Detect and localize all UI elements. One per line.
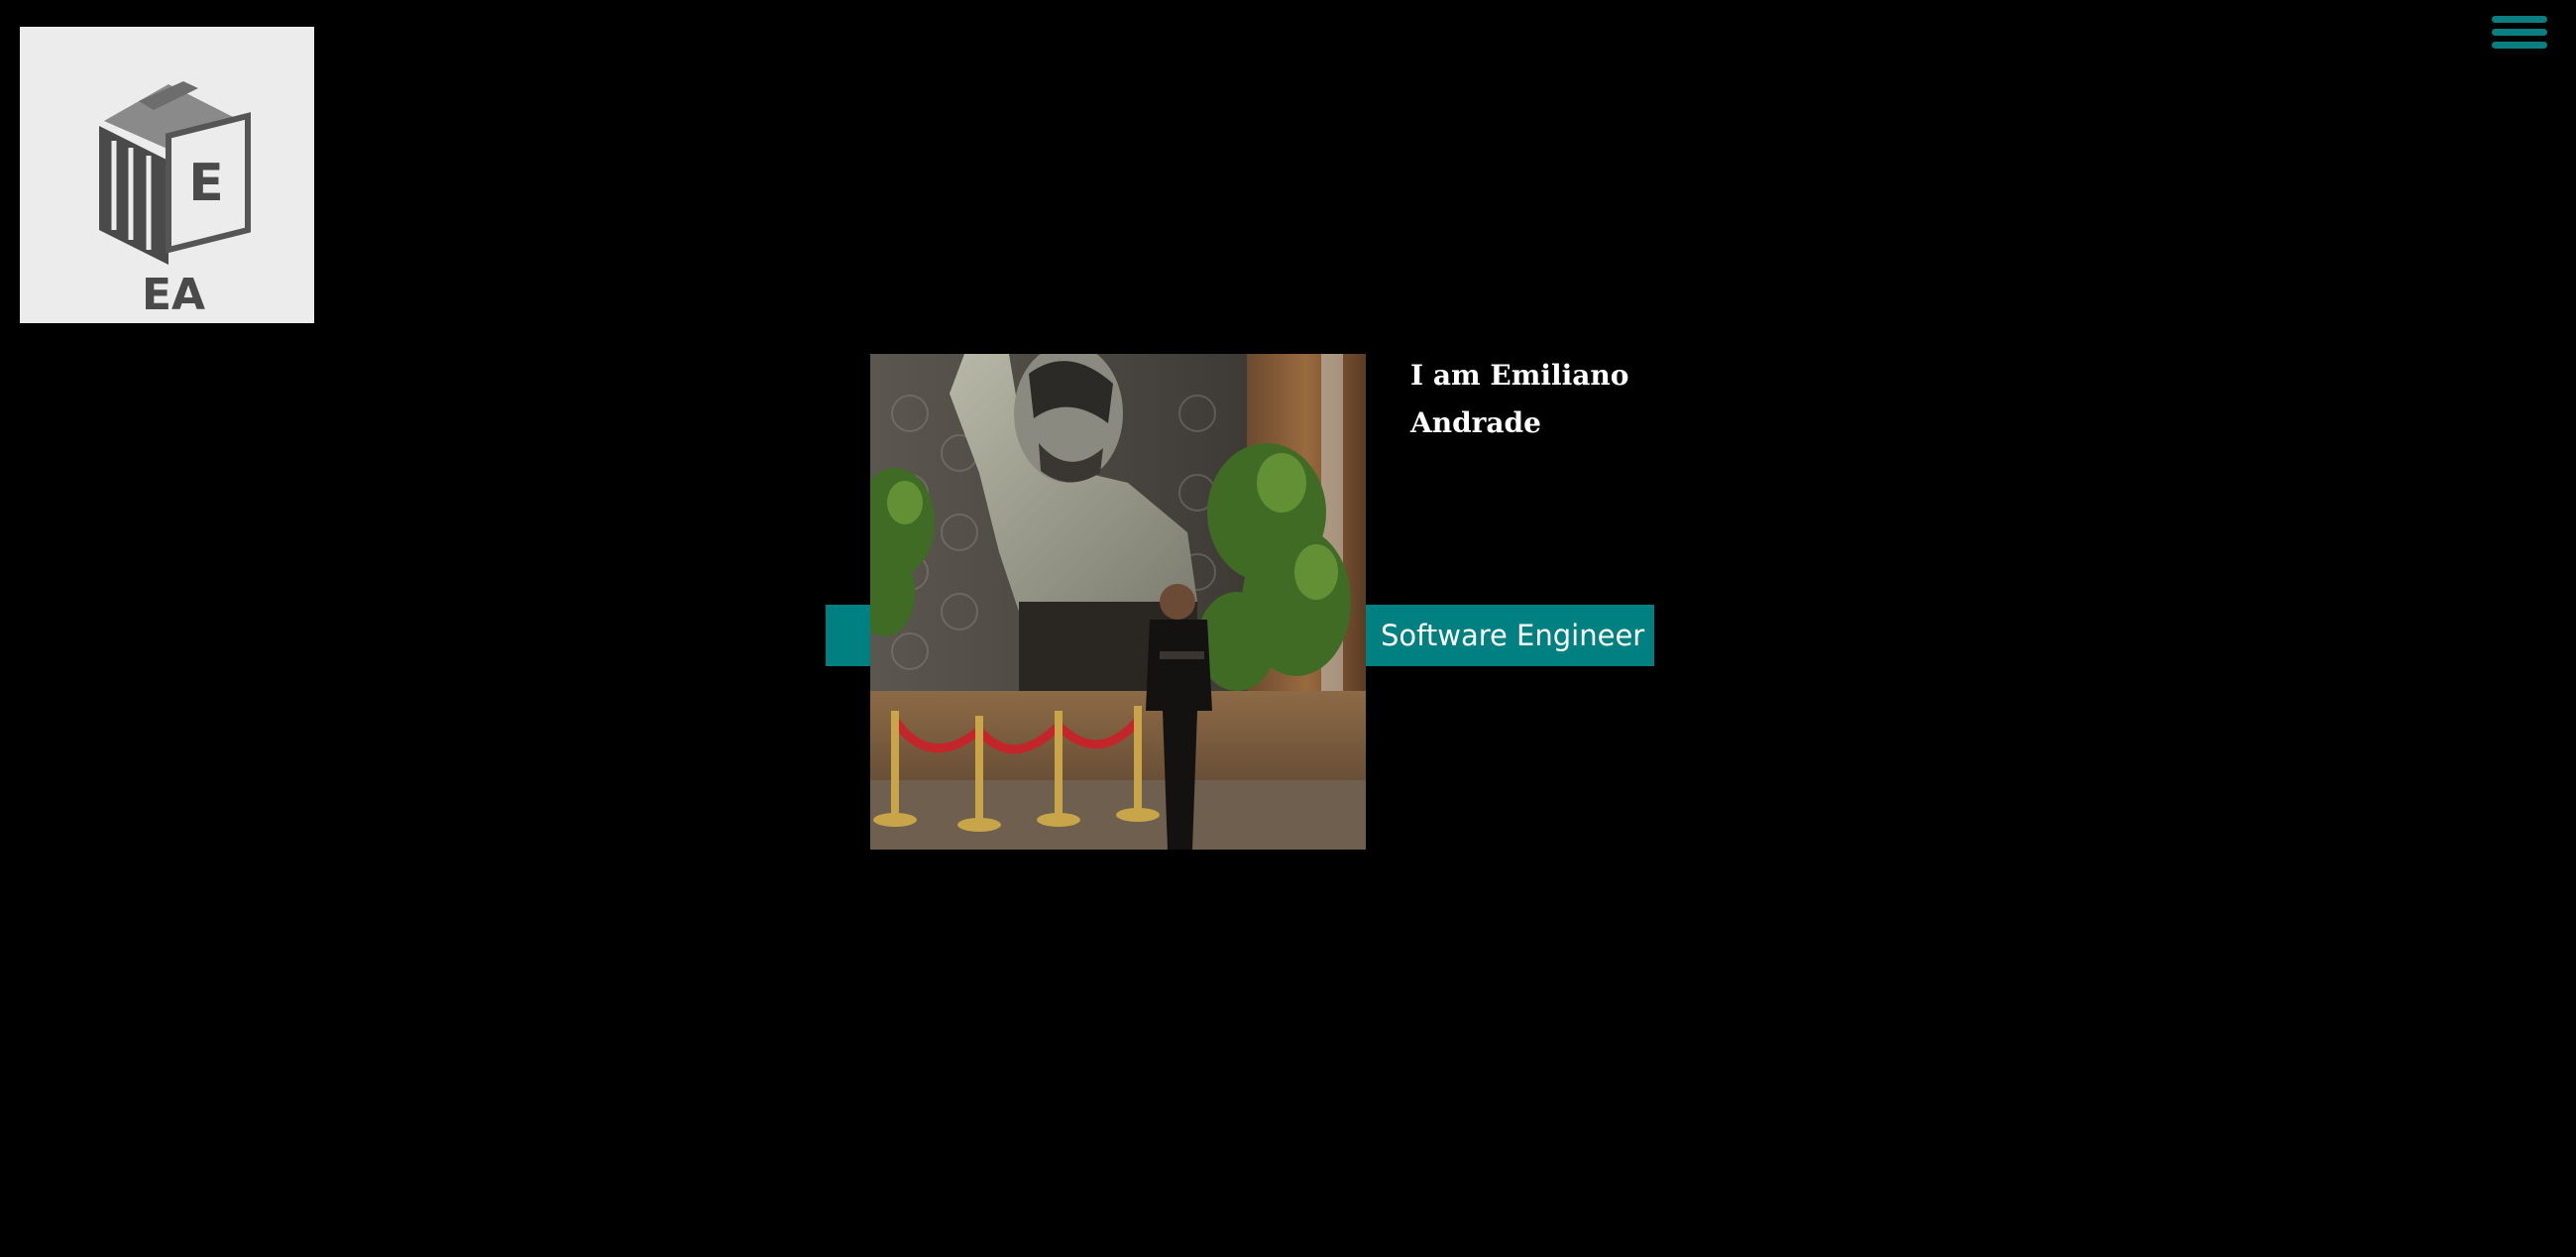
menu-bar-bottom [2492,42,2547,49]
accent-block [826,605,871,666]
menu-bar-middle [2492,29,2547,36]
logo-letter: E [188,154,224,213]
intro-heading: I am Emiliano Andrade [1410,352,1668,447]
hamburger-menu-icon[interactable] [2492,16,2547,50]
menu-bar-top [2492,16,2547,23]
role-badge: Software Engineer [1366,605,1654,666]
profile-photo [870,354,1366,850]
intro-name-line1: I am Emiliano [1410,359,1629,392]
logo-cube-icon: E EA [99,81,251,320]
logo-initials: EA [142,270,205,320]
intro-name-line2: Andrade [1410,406,1541,439]
page: E EA I am Emiliano Andrade Software Engi… [0,0,2576,1257]
site-logo[interactable]: E EA [20,27,314,323]
